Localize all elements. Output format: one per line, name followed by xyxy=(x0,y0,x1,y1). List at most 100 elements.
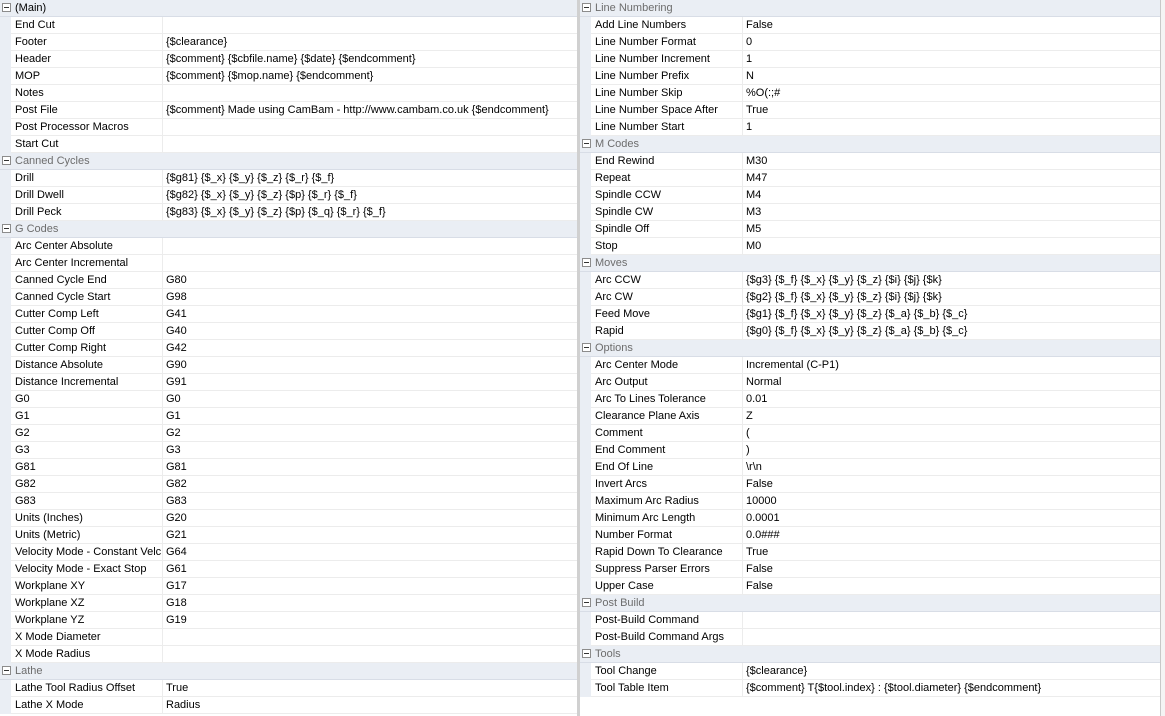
property-row-feed-move[interactable]: Feed Move {$g1} {$_f} {$_x} {$_y} {$_z} {… xyxy=(580,306,1160,323)
property-row-lathe-x-mode[interactable]: Lathe X Mode Radius xyxy=(0,697,580,714)
property-value[interactable]: 0 xyxy=(744,34,1160,50)
property-row-end-cut[interactable]: End Cut xyxy=(0,17,580,34)
property-row-end-comment[interactable]: End Comment) xyxy=(580,442,1160,459)
property-value[interactable]: 0.01 xyxy=(744,391,1160,407)
property-value[interactable]: G80 xyxy=(164,272,580,288)
property-value[interactable]: 0.0001 xyxy=(744,510,1160,526)
property-value[interactable] xyxy=(744,612,1160,628)
property-row-line-number-increment[interactable]: Line Number Increment 1 xyxy=(580,51,1160,68)
property-row-x-mode-diameter[interactable]: X Mode Diameter xyxy=(0,629,580,646)
property-value[interactable]: G90 xyxy=(164,357,580,373)
property-row-cutter-comp-left[interactable]: Cutter Comp Left G41 xyxy=(0,306,580,323)
scrollbar[interactable] xyxy=(1160,0,1165,716)
collapse-minus-icon[interactable] xyxy=(2,156,11,165)
property-row-cutter-comp-right[interactable]: Cutter Comp Right G42 xyxy=(0,340,580,357)
property-value[interactable]: G82 xyxy=(164,476,580,492)
property-row-post-processor-macros[interactable]: Post Processor Macros xyxy=(0,119,580,136)
property-value[interactable]: G1 xyxy=(164,408,580,424)
property-value[interactable] xyxy=(744,629,1160,645)
property-value[interactable]: 10000 xyxy=(744,493,1160,509)
property-value[interactable]: G40 xyxy=(164,323,580,339)
property-row-g82[interactable]: G82 G82 xyxy=(0,476,580,493)
property-row-arc-cw[interactable]: Arc CW {$g2} {$_f} {$_x} {$_y} {$_z} {$i}… xyxy=(580,289,1160,306)
property-row-line-number-start[interactable]: Line Number Start 1 xyxy=(580,119,1160,136)
property-value[interactable]: G64 xyxy=(164,544,580,560)
property-row-spindle-ccw[interactable]: Spindle CCW M4 xyxy=(580,187,1160,204)
property-row-lathe-tool-radius-offset[interactable]: Lathe Tool Radius Offset True xyxy=(0,680,580,697)
property-row-invert-arcs[interactable]: Invert Arcs False xyxy=(580,476,1160,493)
property-value[interactable]: G81 xyxy=(164,459,580,475)
property-value[interactable]: {$g1} {$_f} {$_x} {$_y} {$_z} {$_a} {$_b… xyxy=(744,306,1160,322)
property-value[interactable]: G19 xyxy=(164,612,580,628)
property-row-footer[interactable]: Footer {$clearance} xyxy=(0,34,580,51)
property-row-canned-cycle-start[interactable]: Canned Cycle Start G98 xyxy=(0,289,580,306)
property-row-drill-peck[interactable]: Drill Peck {$g83} {$_x} {$_y} {$_z} {$p} … xyxy=(0,204,580,221)
property-value[interactable]: Normal xyxy=(744,374,1160,390)
property-row-cutter-comp-off[interactable]: Cutter Comp Off G40 xyxy=(0,323,580,340)
property-value[interactable]: G17 xyxy=(164,578,580,594)
property-value[interactable]: 0.0### xyxy=(744,527,1160,543)
property-value[interactable]: M5 xyxy=(744,221,1160,237)
property-row-drill[interactable]: Drill {$g81} {$_x} {$_y} {$_z} {$_r} {$_f… xyxy=(0,170,580,187)
property-value[interactable]: G2 xyxy=(164,425,580,441)
property-row-clearance-plane-axis[interactable]: Clearance Plane Axis Z xyxy=(580,408,1160,425)
property-value[interactable]: G3 xyxy=(164,442,580,458)
collapse-minus-icon[interactable] xyxy=(582,139,591,148)
property-value[interactable] xyxy=(164,238,580,254)
property-value[interactable]: Radius xyxy=(164,697,580,713)
property-value[interactable]: False xyxy=(744,476,1160,492)
property-row-arc-center-mode[interactable]: Arc Center Mode Incremental (C-P1) xyxy=(580,357,1160,374)
category-main[interactable]: (Main) xyxy=(0,0,580,17)
property-row-workplane-xz[interactable]: Workplane XZ G18 xyxy=(0,595,580,612)
property-value[interactable]: {$g83} {$_x} {$_y} {$_z} {$p} {$_q} {$_r… xyxy=(164,204,580,220)
property-value[interactable]: G61 xyxy=(164,561,580,577)
property-row-line-number-prefix[interactable]: Line Number Prefix N xyxy=(580,68,1160,85)
property-value[interactable]: G41 xyxy=(164,306,580,322)
property-value[interactable]: M3 xyxy=(744,204,1160,220)
property-value[interactable] xyxy=(164,17,580,33)
category-tools[interactable]: Tools xyxy=(580,646,1160,663)
property-value[interactable]: G91 xyxy=(164,374,580,390)
property-value[interactable]: True xyxy=(744,102,1160,118)
collapse-minus-icon[interactable] xyxy=(2,224,11,233)
property-row-minimum-arc-length[interactable]: Minimum Arc Length 0.0001 xyxy=(580,510,1160,527)
property-value[interactable]: \r\n xyxy=(744,459,1160,475)
property-value[interactable] xyxy=(164,255,580,271)
property-value[interactable] xyxy=(164,119,580,135)
property-row-maximum-arc-radius[interactable]: Maximum Arc Radius 10000 xyxy=(580,493,1160,510)
property-value[interactable]: M0 xyxy=(744,238,1160,254)
property-row-notes[interactable]: Notes xyxy=(0,85,580,102)
property-value[interactable]: G18 xyxy=(164,595,580,611)
collapse-minus-icon[interactable] xyxy=(582,3,591,12)
property-value[interactable]: Z xyxy=(744,408,1160,424)
property-row-g0[interactable]: G0 G0 xyxy=(0,391,580,408)
category-line-numbering[interactable]: Line Numbering xyxy=(580,0,1160,17)
property-row-header[interactable]: Header {$comment} {$cbfile.name} {$date} … xyxy=(0,51,580,68)
property-value[interactable]: {$clearance} xyxy=(744,663,1160,679)
property-value[interactable]: N xyxy=(744,68,1160,84)
property-row-arc-output[interactable]: Arc Output Normal xyxy=(580,374,1160,391)
property-value[interactable]: True xyxy=(164,680,580,696)
category-canned-cycles[interactable]: Canned Cycles xyxy=(0,153,580,170)
property-value[interactable]: False xyxy=(744,17,1160,33)
property-value[interactable]: {$g2} {$_f} {$_x} {$_y} {$_z} {$i} {$j} … xyxy=(744,289,1160,305)
property-row-arc-to-lines-tolerance[interactable]: Arc To Lines Tolerance 0.01 xyxy=(580,391,1160,408)
property-row-canned-cycle-end[interactable]: Canned Cycle End G80 xyxy=(0,272,580,289)
property-value[interactable]: False xyxy=(744,561,1160,577)
property-row-suppress-parser-errors[interactable]: Suppress Parser Errors False xyxy=(580,561,1160,578)
property-row-tool-change[interactable]: Tool Change {$clearance} xyxy=(580,663,1160,680)
property-value[interactable]: G20 xyxy=(164,510,580,526)
property-row-arc-ccw[interactable]: Arc CCW {$g3} {$_f} {$_x} {$_y} {$_z} {$i… xyxy=(580,272,1160,289)
property-row-post-build-command[interactable]: Post-Build Command xyxy=(580,612,1160,629)
property-row-workplane-yz[interactable]: Workplane YZ G19 xyxy=(0,612,580,629)
property-row-g1[interactable]: G1 G1 xyxy=(0,408,580,425)
property-row-post-file[interactable]: Post File {$comment} Made using CamBam - … xyxy=(0,102,580,119)
property-row-repeat[interactable]: Repeat M47 xyxy=(580,170,1160,187)
property-value[interactable]: M47 xyxy=(744,170,1160,186)
property-value[interactable]: {$comment} {$cbfile.name} {$date} {$endc… xyxy=(164,51,580,67)
property-row-distance-incremental[interactable]: Distance Incremental G91 xyxy=(0,374,580,391)
property-value[interactable]: Incremental (C-P1) xyxy=(744,357,1160,373)
property-row-post-build-command-args[interactable]: Post-Build Command Args xyxy=(580,629,1160,646)
property-row-number-format[interactable]: Number Format 0.0### xyxy=(580,527,1160,544)
category-lathe[interactable]: Lathe xyxy=(0,663,580,680)
